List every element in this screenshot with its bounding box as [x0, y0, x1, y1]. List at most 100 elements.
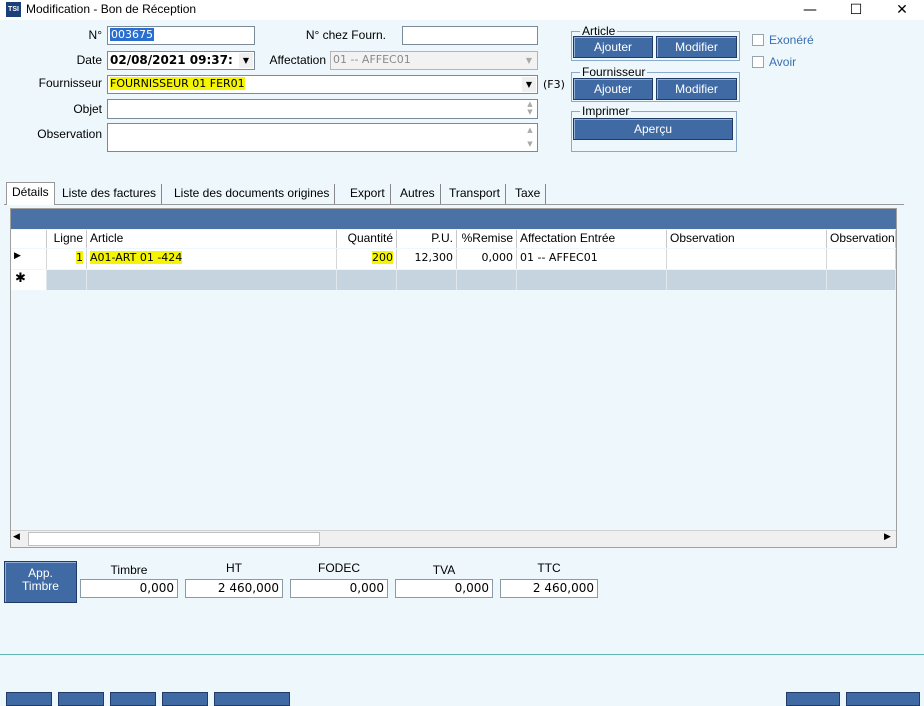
footer-button[interactable] — [162, 692, 208, 706]
fournisseur-edit-button[interactable]: Modifier — [656, 78, 737, 100]
f3-hint: (F3) — [543, 78, 565, 91]
new-row-cell[interactable] — [827, 270, 896, 290]
fournisseur-label: Fournisseur — [38, 76, 102, 90]
preview-button[interactable]: Aperçu — [573, 118, 733, 140]
close-icon[interactable]: ✕ — [882, 0, 922, 20]
cell-affectation[interactable]: 01 -- AFFEC01 — [517, 249, 667, 269]
fournisseur-add-button[interactable]: Ajouter — [573, 78, 653, 100]
scroll-left-icon[interactable]: ◀ — [13, 532, 20, 542]
no-value: 003675 — [110, 28, 154, 41]
ttc-value: 2 460,000 — [500, 579, 598, 598]
minimize-icon[interactable]: — — [790, 0, 830, 20]
exonere-checkbox[interactable] — [752, 34, 764, 46]
avoir-checkbox[interactable] — [752, 56, 764, 68]
tab-transport[interactable]: Transport — [444, 184, 506, 204]
article-add-button[interactable]: Ajouter — [573, 36, 653, 58]
new-row-cell[interactable] — [337, 270, 397, 290]
tab-strip-line — [4, 204, 904, 205]
cell-remise[interactable]: 0,000 — [457, 249, 517, 269]
observation-label: Observation — [37, 127, 102, 141]
exonere-label: Exonéré — [769, 33, 814, 47]
col-remise[interactable]: %Remise — [457, 230, 517, 248]
footer-button[interactable] — [58, 692, 104, 706]
row-indicator-icon[interactable]: ▶ — [11, 249, 47, 269]
new-row-cell[interactable] — [457, 270, 517, 290]
cell-observation-2[interactable] — [827, 249, 896, 269]
footer-button[interactable] — [846, 692, 920, 706]
footer-button[interactable] — [786, 692, 840, 706]
spin-up-icon[interactable]: ▲ — [525, 126, 535, 134]
tab-export[interactable]: Export — [345, 184, 391, 204]
date-value: 02/08/2021 09:37: — [110, 53, 233, 67]
affectation-select: 01 -- AFFEC01 ▼ — [330, 51, 538, 70]
cell-article-value: A01-ART 01 -424 — [90, 251, 183, 264]
new-row-cell[interactable] — [87, 270, 337, 290]
affectation-value: 01 -- AFFEC01 — [333, 53, 411, 66]
fournisseur-group-title: Fournisseur — [580, 65, 648, 79]
no-input[interactable]: 003675 — [107, 26, 255, 45]
new-row-cell[interactable] — [667, 270, 827, 290]
ht-label: HT — [226, 561, 242, 575]
new-row-cell[interactable] — [397, 270, 457, 290]
new-row-icon[interactable]: ✱ — [11, 270, 47, 290]
spin-up-icon[interactable]: ▲ — [525, 100, 535, 108]
observation-textarea[interactable]: ▲ ▼ — [107, 123, 538, 152]
footer-button[interactable] — [6, 692, 52, 706]
cell-article[interactable]: A01-ART 01 -424 — [87, 249, 337, 269]
col-pu[interactable]: P.U. — [397, 230, 457, 248]
new-row-cell[interactable] — [47, 270, 87, 290]
no-fourn-label: N° chez Fourn. — [305, 28, 386, 42]
affectation-label: Affectation — [269, 53, 326, 67]
article-group: Article Ajouter Modifier — [571, 24, 740, 61]
cell-observation[interactable] — [667, 249, 827, 269]
footer-button[interactable] — [110, 692, 156, 706]
fournisseur-group: Fournisseur Ajouter Modifier — [571, 65, 740, 102]
tab-details[interactable]: Détails — [6, 182, 55, 205]
app-timbre-button[interactable]: App. Timbre — [4, 561, 77, 603]
cell-ligne[interactable]: 1 — [47, 249, 87, 269]
fodec-label: FODEC — [318, 561, 360, 575]
date-picker[interactable]: 02/08/2021 09:37: ▼ — [107, 51, 255, 70]
fodec-value: 0,000 — [290, 579, 388, 598]
timbre-value: 0,000 — [80, 579, 178, 598]
maximize-icon[interactable]: ☐ — [836, 0, 876, 20]
col-observation[interactable]: Observation — [667, 230, 827, 248]
new-row-cell[interactable] — [517, 270, 667, 290]
objet-label: Objet — [73, 102, 102, 116]
tab-autres[interactable]: Autres — [395, 184, 441, 204]
imprimer-group: Imprimer Aperçu — [571, 104, 737, 152]
fournisseur-value: FOURNISSEUR 01 FER01 — [110, 77, 245, 90]
article-edit-button[interactable]: Modifier — [656, 36, 737, 58]
chevron-down-icon: ▼ — [522, 53, 536, 68]
col-quantite[interactable]: Quantité — [337, 230, 397, 248]
no-label: N° — [88, 28, 102, 42]
objet-input[interactable]: ▲ ▼ — [107, 99, 538, 119]
tva-label: TVA — [432, 563, 456, 577]
footer-button[interactable] — [214, 692, 290, 706]
tab-factures[interactable]: Liste des factures — [57, 184, 163, 204]
imprimer-group-title: Imprimer — [580, 104, 632, 118]
fournisseur-select[interactable]: FOURNISSEUR 01 FER01 ▼ — [107, 75, 538, 94]
app-logo-icon: TSI — [6, 2, 21, 17]
cell-quantite[interactable]: 200 — [337, 249, 397, 269]
chevron-down-icon[interactable]: ▼ — [239, 53, 253, 68]
col-affectation[interactable]: Affectation Entrée — [517, 230, 667, 248]
chevron-down-icon[interactable]: ▼ — [522, 77, 536, 92]
tab-taxe[interactable]: Taxe — [510, 184, 547, 204]
avoir-label: Avoir — [769, 55, 797, 69]
window-title: Modification - Bon de Réception — [26, 2, 197, 16]
cell-pu[interactable]: 12,300 — [397, 249, 457, 269]
grid-group-panel — [11, 209, 896, 229]
no-fourn-input[interactable] — [402, 26, 538, 45]
col-observation-2[interactable]: Observation — [827, 230, 896, 248]
spin-down-icon[interactable]: ▼ — [525, 108, 535, 116]
cell-quantite-value: 200 — [372, 251, 393, 264]
spin-down-icon[interactable]: ▼ — [525, 140, 535, 148]
col-article[interactable]: Article — [87, 230, 337, 248]
footer-divider — [0, 654, 924, 655]
scrollbar-thumb[interactable] — [28, 532, 320, 546]
scroll-right-icon[interactable]: ▶ — [884, 532, 891, 542]
col-ligne[interactable]: Ligne — [47, 230, 87, 248]
cell-ligne-value: 1 — [76, 251, 83, 264]
tab-documents-origines[interactable]: Liste des documents origines — [169, 184, 336, 204]
